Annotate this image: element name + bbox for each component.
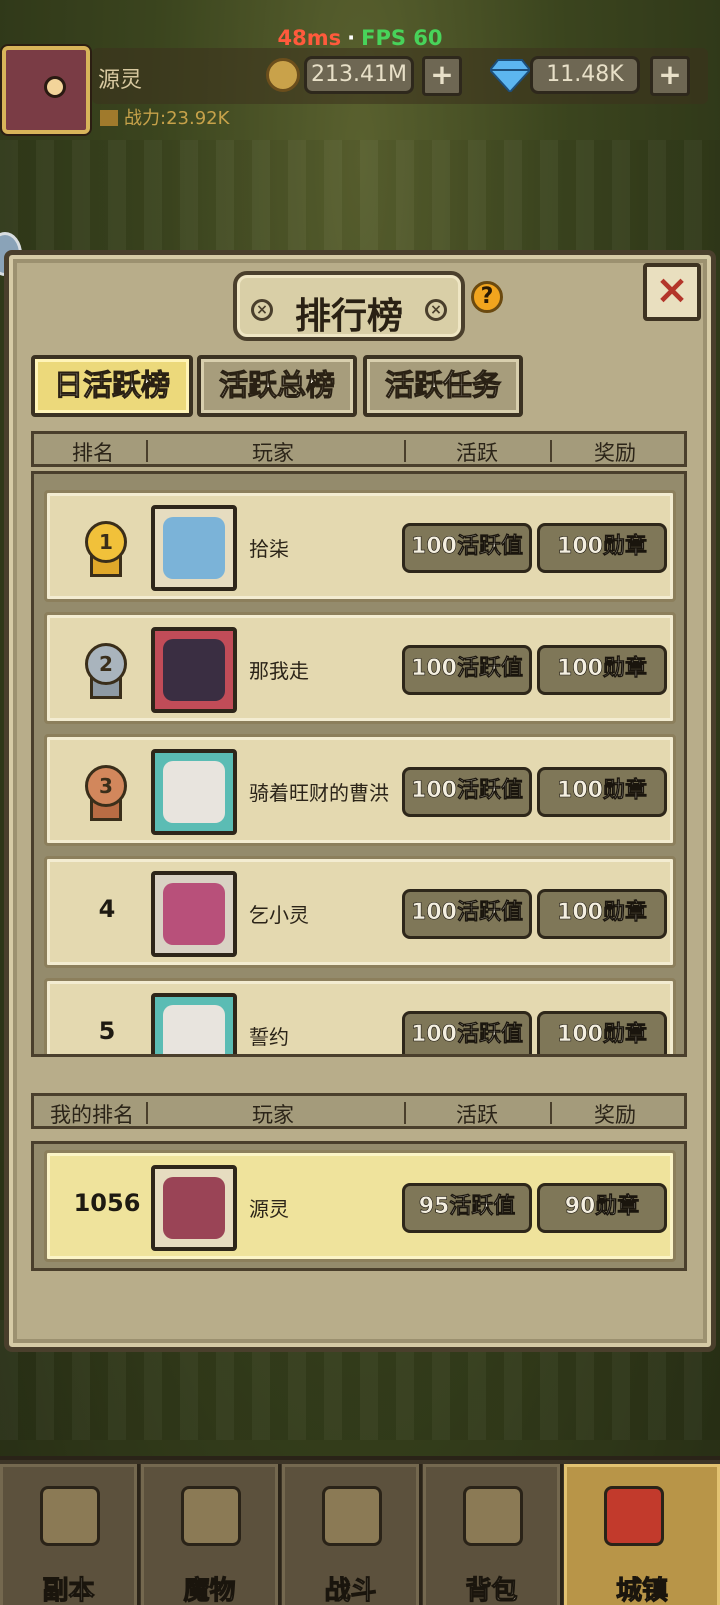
tab-daily-activity[interactable]: 日活跃榜 (31, 355, 193, 417)
diamond-icon (490, 59, 530, 92)
fps-text: FPS 60 (361, 26, 443, 50)
player-name: 那我走 (249, 659, 309, 683)
header-rank: 排名 (72, 441, 114, 465)
add-gold-button[interactable]: + (422, 56, 462, 96)
player-name: 誓约 (249, 1025, 289, 1049)
ping-text: 48ms (277, 26, 342, 50)
title-plate: × 排行榜 × (233, 271, 465, 341)
town-icon (604, 1486, 664, 1546)
nav-town[interactable]: 城镇 (564, 1464, 720, 1605)
gold-medal-icon: 1 (81, 521, 131, 579)
medal-reward: 90勋章 (537, 1183, 667, 1233)
leaderboard-row: 5 誓约 100活跃值 100勋章 (44, 978, 676, 1054)
avatar-face (163, 1177, 225, 1239)
leaderboard-row: 2 那我走 100活跃值 100勋章 (44, 612, 676, 724)
helmet-icon (181, 1486, 241, 1546)
header-activity: 活跃 (456, 1103, 498, 1127)
my-rank-header: 我的排名 玩家 活跃 奖励 (31, 1093, 687, 1129)
player-hud: 源灵 战力:23.92K 213.41M + 11.48K + (0, 44, 720, 134)
nav-battle[interactable]: 战斗 (282, 1464, 422, 1605)
gem-amount: 11.48K (530, 56, 640, 94)
player-name: 源灵 (98, 68, 143, 93)
silver-medal-icon: 2 (81, 643, 131, 701)
rank-number: 4 (98, 895, 116, 923)
network-status: 48ms · FPS 60 (277, 26, 443, 50)
header-activity: 活跃 (456, 441, 498, 465)
leaderboard-row: 1 拾柒 100活跃值 100勋章 (44, 490, 676, 602)
player-avatar[interactable] (151, 505, 237, 591)
crossed-swords-icon (322, 1486, 382, 1546)
map-icon (40, 1486, 100, 1546)
bottom-nav: 副本 魔物 战斗 背包 城镇 (0, 1456, 720, 1605)
my-rank-panel: 1056 源灵 95活跃值 90勋章 (31, 1141, 687, 1271)
player-name: 乞小灵 (249, 903, 309, 927)
nav-monsters[interactable]: 魔物 (141, 1464, 281, 1605)
background-crowd (0, 140, 720, 260)
leaderboard-row: 3 骑着旺财的曹洪 100活跃值 100勋章 (44, 734, 676, 846)
avatar-face (163, 1005, 225, 1054)
leaderboard-list[interactable]: 1 拾柒 100活跃值 100勋章 2 那我走 100活跃值 100勋章 3 骑… (31, 471, 687, 1057)
avatar-face (163, 517, 225, 579)
avatar-eye (44, 76, 66, 98)
activity-points: 100活跃值 (402, 523, 532, 573)
nav-dungeon[interactable]: 副本 (0, 1464, 140, 1605)
rank-number: 5 (98, 1017, 116, 1045)
help-button[interactable]: ? (471, 281, 503, 313)
medal-reward: 100勋章 (537, 767, 667, 817)
avatar-face (163, 639, 225, 701)
header-reward: 奖励 (594, 1103, 636, 1127)
activity-points: 100活跃值 (402, 767, 532, 817)
bolt-icon: × (425, 299, 447, 321)
nav-backpack[interactable]: 背包 (423, 1464, 563, 1605)
player-avatar[interactable] (151, 1165, 237, 1251)
combat-power: 战力:23.92K (100, 104, 229, 130)
avatar-face (163, 761, 225, 823)
leaderboard-header: 排名 玩家 活跃 奖励 (31, 431, 687, 467)
activity-points: 100活跃值 (402, 645, 532, 695)
player-avatar[interactable] (151, 993, 237, 1054)
medal-reward: 100勋章 (537, 523, 667, 573)
add-gem-button[interactable]: + (650, 56, 690, 96)
player-avatar[interactable] (151, 749, 237, 835)
tab-total-activity[interactable]: 活跃总榜 (197, 355, 357, 417)
my-rank-row: 1056 源灵 95活跃值 90勋章 (44, 1150, 676, 1262)
backpack-icon (463, 1486, 523, 1546)
activity-points: 95活跃值 (402, 1183, 532, 1233)
my-rank-number: 1056 (73, 1189, 141, 1217)
header-player: 玩家 (252, 1103, 294, 1127)
medal-reward: 100勋章 (537, 645, 667, 695)
header-player: 玩家 (252, 441, 294, 465)
bronze-medal-icon: 3 (81, 765, 131, 823)
gold-coin-icon (266, 58, 300, 92)
power-icon (100, 110, 118, 126)
leaderboard-row: 4 乞小灵 100活跃值 100勋章 (44, 856, 676, 968)
player-avatar[interactable] (151, 627, 237, 713)
activity-points: 100活跃值 (402, 889, 532, 939)
activity-points: 100活跃值 (402, 1011, 532, 1054)
player-name: 骑着旺财的曹洪 (249, 781, 389, 805)
medal-reward: 100勋章 (537, 1011, 667, 1054)
player-avatar[interactable] (151, 871, 237, 957)
tab-activity-tasks[interactable]: 活跃任务 (363, 355, 523, 417)
avatar-face (163, 883, 225, 945)
player-name: 源灵 (249, 1197, 289, 1221)
header-reward: 奖励 (594, 441, 636, 465)
medal-reward: 100勋章 (537, 889, 667, 939)
close-button[interactable]: × (643, 263, 701, 321)
gold-amount: 213.41M (304, 56, 414, 94)
player-avatar[interactable] (2, 46, 90, 134)
player-name: 拾柒 (249, 537, 289, 561)
leaderboard-modal: × 排行榜 × ? × 日活跃榜 活跃总榜 活跃任务 排名 玩家 活跃 奖励 1… (4, 250, 716, 1352)
header-my-rank: 我的排名 (50, 1103, 134, 1127)
